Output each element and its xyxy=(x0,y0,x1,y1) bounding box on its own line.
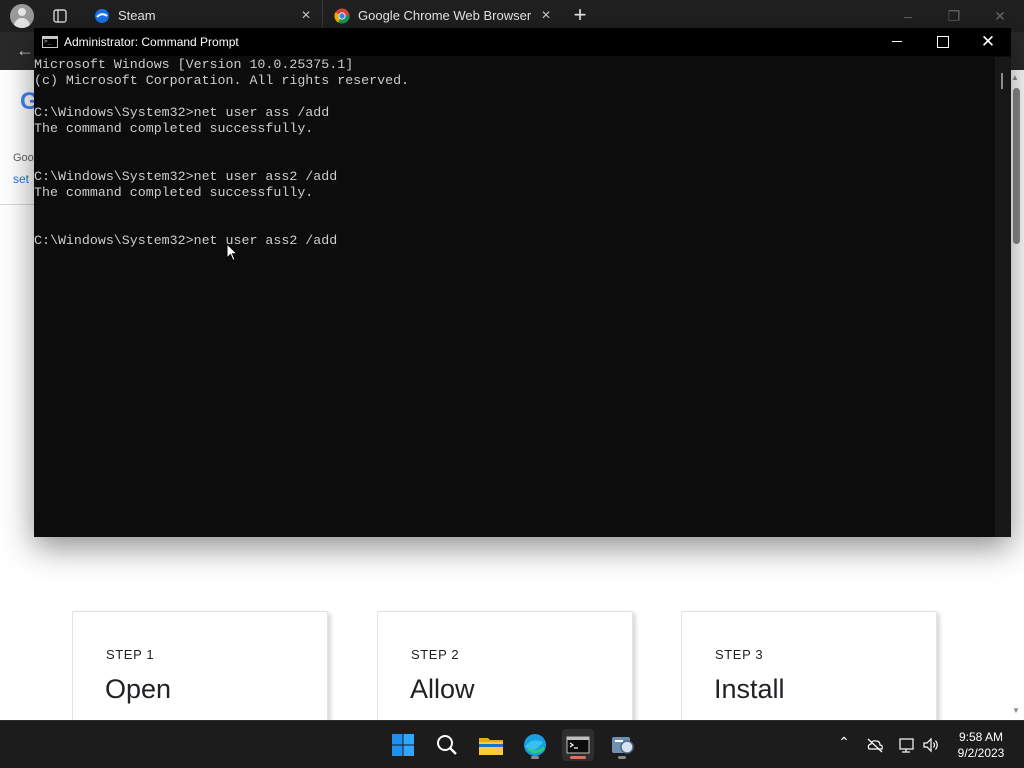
console-line: The command completed successfully. xyxy=(34,185,314,200)
side-text: Goo xyxy=(13,152,34,164)
active-indicator xyxy=(570,756,586,759)
clock-date[interactable]: 9/2/2023 xyxy=(948,746,1014,760)
page-scrollbar-thumb[interactable] xyxy=(1013,88,1020,244)
volume-icon[interactable] xyxy=(922,737,940,753)
cmd-scrollbar-thumb[interactable] xyxy=(1001,73,1003,89)
network-icon[interactable] xyxy=(898,737,916,753)
onedrive-offline-icon[interactable] xyxy=(866,737,884,753)
console-input-line[interactable]: C:\Windows\System32>net user ass2 /add xyxy=(34,233,337,249)
console-line: Microsoft Windows [Version 10.0.25375.1] xyxy=(34,57,354,72)
edge-favicon-icon xyxy=(95,9,109,23)
command-prompt-window[interactable]: Administrator: Command Prompt ✕ Microsof… xyxy=(34,28,1011,537)
side-link[interactable]: set xyxy=(13,172,29,186)
step-title: Allow xyxy=(410,674,475,704)
mouse-cursor-icon xyxy=(226,243,238,262)
chevron-up-icon[interactable]: ⌃ xyxy=(834,734,854,751)
start-icon[interactable] xyxy=(387,729,419,761)
step-card-2: STEP 2 Allow xyxy=(377,611,633,731)
step-title: Install xyxy=(714,674,785,704)
terminal-icon[interactable] xyxy=(562,729,594,761)
running-indicator xyxy=(531,756,539,759)
console-line: The command completed successfully. xyxy=(34,121,314,136)
step-card-1: STEP 1 Open xyxy=(72,611,328,731)
step-label: STEP 3 xyxy=(715,647,764,662)
maximize-button[interactable] xyxy=(919,28,965,56)
step-title: Open xyxy=(105,674,172,704)
close-tab-icon[interactable]: × xyxy=(538,8,554,24)
console-output[interactable]: Microsoft Windows [Version 10.0.25375.1]… xyxy=(34,57,994,537)
taskbar: ⌃ 9:58 AM 9/2/2023 xyxy=(0,720,1024,768)
profile-avatar[interactable] xyxy=(10,4,34,28)
close-button[interactable]: ✕ xyxy=(965,28,1011,56)
cmd-app-icon xyxy=(42,36,58,48)
cmd-scrollbar[interactable] xyxy=(995,57,1011,537)
page-scroll-up-icon[interactable]: ▲ xyxy=(1011,73,1019,82)
minimize-button[interactable] xyxy=(874,28,920,56)
browser-minimize-icon[interactable]: – xyxy=(898,6,918,26)
step-label: STEP 2 xyxy=(411,647,460,662)
new-tab-button[interactable]: + xyxy=(568,4,592,28)
close-tab-icon[interactable]: × xyxy=(298,8,314,24)
browser-restore-icon[interactable]: ❐ xyxy=(944,6,964,26)
chrome-favicon-icon xyxy=(334,8,350,24)
running-indicator xyxy=(618,756,626,759)
step-label: STEP 1 xyxy=(106,647,155,662)
file-explorer-icon[interactable] xyxy=(475,729,507,761)
step-card-3: STEP 3 Install xyxy=(681,611,937,731)
edge-icon[interactable] xyxy=(519,729,551,761)
back-arrow-icon[interactable]: ← xyxy=(16,40,36,60)
cmd-window-title: Administrator: Command Prompt xyxy=(64,35,239,49)
console-line: C:\Windows\System32>net user ass2 /add xyxy=(34,169,338,184)
app-icon[interactable] xyxy=(606,729,638,761)
console-line: C:\Windows\System32>net user ass /add xyxy=(34,105,330,120)
console-line: (c) Microsoft Corporation. All rights re… xyxy=(34,73,410,88)
cmd-titlebar[interactable]: Administrator: Command Prompt ✕ xyxy=(34,28,1011,56)
page-scroll-down-icon[interactable]: ▼ xyxy=(1012,706,1020,715)
browser-close-icon[interactable]: ✕ xyxy=(990,6,1010,26)
clock-time[interactable]: 9:58 AM xyxy=(948,730,1014,744)
search-icon[interactable] xyxy=(431,729,463,761)
tab-actions-icon[interactable] xyxy=(48,4,72,28)
